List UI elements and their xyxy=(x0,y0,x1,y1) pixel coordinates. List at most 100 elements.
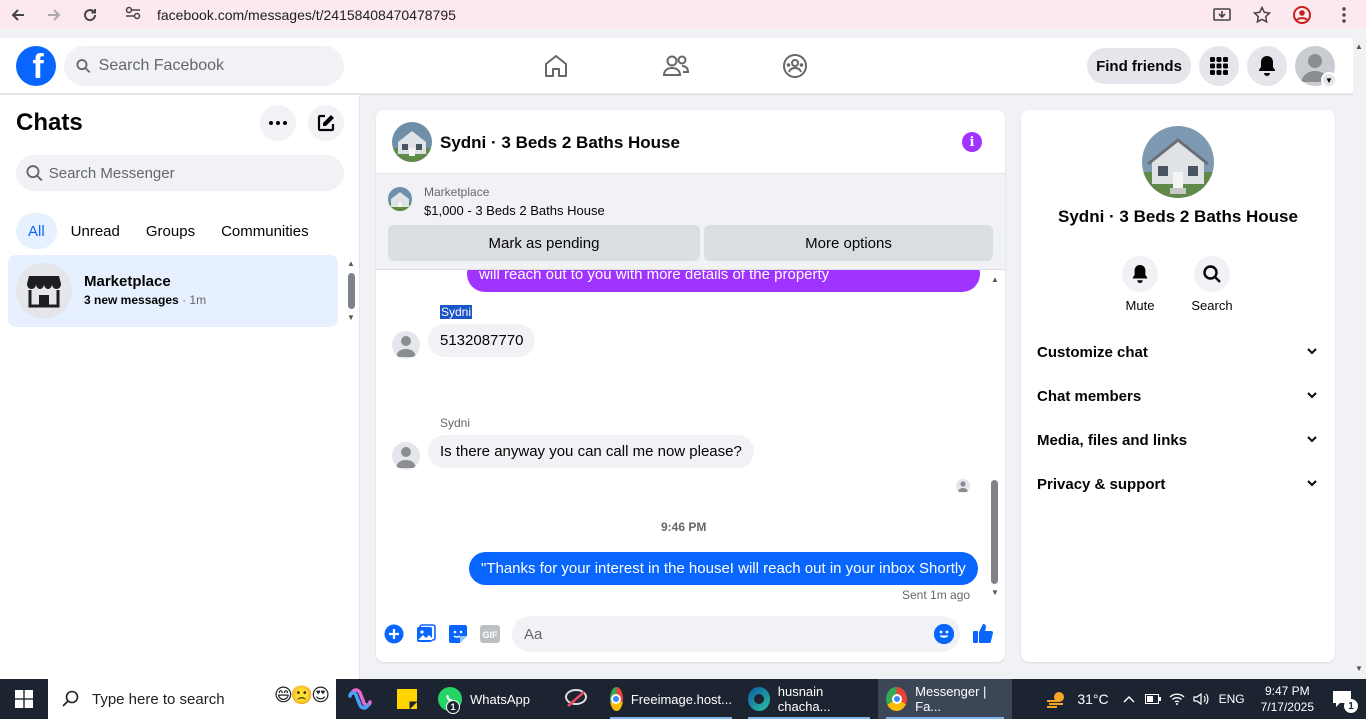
sidebar-scrollbar[interactable]: ▲ ▼ xyxy=(346,259,358,323)
volume-icon[interactable] xyxy=(1189,679,1213,719)
gif-icon[interactable]: GIF xyxy=(480,624,500,644)
taskbar-app-edge[interactable]: husnain chacha... xyxy=(740,679,878,719)
conversation-title: Sydni · 3 Beds 2 Baths House xyxy=(440,133,680,152)
notification-count: 1 xyxy=(1344,699,1358,713)
page-scrollbar[interactable]: ▲ ▼ xyxy=(1353,38,1366,679)
chat-filter-tabs: All Unread Groups Communities xyxy=(16,213,321,249)
forward-icon[interactable] xyxy=(36,0,72,29)
search-icon xyxy=(76,59,91,74)
message-bubble-incoming[interactable]: Is there anyway you can call me now plea… xyxy=(428,435,754,468)
chat-list-item[interactable]: Marketplace 3 new messages · 1m xyxy=(8,255,338,327)
bookmark-star-icon[interactable] xyxy=(1242,0,1282,29)
mark-as-pending-button[interactable]: Mark as pending xyxy=(388,225,700,261)
composer: GIF xyxy=(376,614,1005,654)
chat-preview: 3 new messages · 1m xyxy=(84,293,207,307)
emoji-decoration-icon: 😄🙁😍 xyxy=(274,685,330,705)
tab-unread[interactable]: Unread xyxy=(59,213,132,249)
info-icon[interactable]: i xyxy=(962,132,982,152)
browser-menu-icon[interactable] xyxy=(1322,0,1366,29)
message-bubble-outgoing[interactable]: "Thanks for your interest in the houseI … xyxy=(469,552,978,585)
reload-icon[interactable] xyxy=(72,0,108,29)
snipping-tool-icon[interactable] xyxy=(550,679,602,719)
chevron-down-icon[interactable]: ▼ xyxy=(1321,72,1337,88)
messenger-search[interactable] xyxy=(16,155,344,191)
listing-price-title[interactable]: $1,000 - 3 Beds 2 Baths House xyxy=(424,203,605,218)
message-input[interactable] xyxy=(524,625,960,643)
facebook-logo-icon[interactable]: f xyxy=(16,46,56,86)
more-options-button[interactable]: More options xyxy=(704,225,993,261)
taskbar-app-label: Freeimage.host... xyxy=(630,691,732,707)
tab-all[interactable]: All xyxy=(16,213,57,249)
chat-members-section[interactable]: Chat members xyxy=(1029,374,1327,418)
site-info-icon[interactable] xyxy=(122,6,144,23)
chrome-icon xyxy=(610,687,623,711)
language-indicator[interactable]: ENG xyxy=(1213,679,1251,719)
more-options-icon[interactable] xyxy=(260,105,296,141)
message-bubble-incoming[interactable]: 5132087770 xyxy=(428,324,536,357)
home-icon[interactable] xyxy=(540,50,572,82)
conversation-header: Sydni · 3 Beds 2 Baths House i xyxy=(376,110,1005,174)
photo-icon[interactable] xyxy=(416,624,436,644)
taskbar-search[interactable]: Type here to search 😄🙁😍 xyxy=(48,679,336,719)
weather-widget[interactable]: 31°C xyxy=(1037,679,1116,719)
sticky-notes-icon[interactable] xyxy=(384,679,430,719)
chats-title: Chats xyxy=(16,109,83,136)
notification-center-icon[interactable]: 1 xyxy=(1324,679,1366,719)
tab-communities[interactable]: Communities xyxy=(209,213,321,249)
message-composer[interactable] xyxy=(512,616,960,652)
chevron-up-icon[interactable] xyxy=(1117,679,1141,719)
taskbar-app-whatsapp[interactable]: 1 WhatsApp xyxy=(430,679,550,719)
emoji-icon[interactable] xyxy=(934,624,954,644)
details-avatar[interactable] xyxy=(1142,126,1214,198)
battery-icon[interactable] xyxy=(1141,679,1165,719)
browser-toolbar: facebook.com/messages/t/2415840847047879… xyxy=(0,0,1366,29)
messenger-search-input[interactable] xyxy=(48,164,344,182)
back-icon[interactable] xyxy=(0,0,36,29)
sender-avatar[interactable] xyxy=(392,442,420,470)
listing-thumbnail[interactable] xyxy=(388,187,412,211)
section-label: Customize chat xyxy=(1037,343,1148,361)
groups-icon[interactable] xyxy=(779,50,811,82)
facebook-search-input[interactable] xyxy=(98,57,344,75)
address-bar[interactable]: facebook.com/messages/t/2415840847047879… xyxy=(122,0,1292,29)
weather-temp: 31°C xyxy=(1077,691,1109,707)
windows-start-icon[interactable] xyxy=(0,679,48,719)
taskbar-app-label: Messenger | Fa... xyxy=(915,684,987,714)
plus-circle-icon[interactable] xyxy=(384,624,404,644)
install-app-icon[interactable] xyxy=(1202,0,1242,29)
clock-date: 7/17/2025 xyxy=(1260,700,1314,714)
taskbar-app-messenger[interactable]: Messenger | Fa... xyxy=(878,679,1012,719)
sticker-icon[interactable] xyxy=(448,624,468,644)
friends-icon[interactable] xyxy=(660,50,692,82)
customize-chat-section[interactable]: Customize chat xyxy=(1029,330,1327,374)
conversation-details-panel: Sydni · 3 Beds 2 Baths House Mute Search… xyxy=(1021,110,1335,662)
menu-grid-icon[interactable] xyxy=(1199,46,1239,86)
thumbs-up-icon[interactable] xyxy=(972,622,994,644)
notifications-bell-icon[interactable] xyxy=(1247,46,1287,86)
chevron-down-icon xyxy=(1307,348,1317,355)
conversation-avatar[interactable] xyxy=(392,122,432,162)
wifi-icon[interactable] xyxy=(1165,679,1189,719)
taskbar-app-label: husnain chacha... xyxy=(777,684,831,714)
new-message-icon[interactable] xyxy=(308,105,344,141)
search-icon xyxy=(1194,256,1230,292)
taskbar-search-placeholder: Type here to search xyxy=(92,690,225,708)
tab-groups[interactable]: Groups xyxy=(134,213,207,249)
sender-name: Sydni xyxy=(440,305,473,319)
profile-icon[interactable] xyxy=(1282,0,1322,29)
taskbar-app-label: WhatsApp xyxy=(470,691,530,707)
find-friends-button[interactable]: Find friends xyxy=(1087,48,1191,84)
sender-avatar[interactable] xyxy=(392,331,420,359)
conversation-scrollbar[interactable]: ▲ ▼ xyxy=(988,270,1002,604)
privacy-support-section[interactable]: Privacy & support xyxy=(1029,462,1327,506)
message-bubble-outgoing[interactable]: will reach out to you with more details … xyxy=(467,270,980,292)
copilot-icon[interactable] xyxy=(336,679,384,719)
media-files-links-section[interactable]: Media, files and links xyxy=(1029,418,1327,462)
taskbar-app-chrome-freeimage[interactable]: Freeimage.host... xyxy=(602,679,740,719)
facebook-search[interactable] xyxy=(64,46,344,86)
mute-action[interactable]: Mute xyxy=(1110,256,1170,313)
taskbar-clock[interactable]: 9:47 PM 7/17/2025 xyxy=(1261,683,1314,715)
search-action[interactable]: Search xyxy=(1182,256,1242,313)
marketplace-banner: Marketplace $1,000 - 3 Beds 2 Baths Hous… xyxy=(376,174,1005,270)
section-label: Media, files and links xyxy=(1037,431,1188,449)
